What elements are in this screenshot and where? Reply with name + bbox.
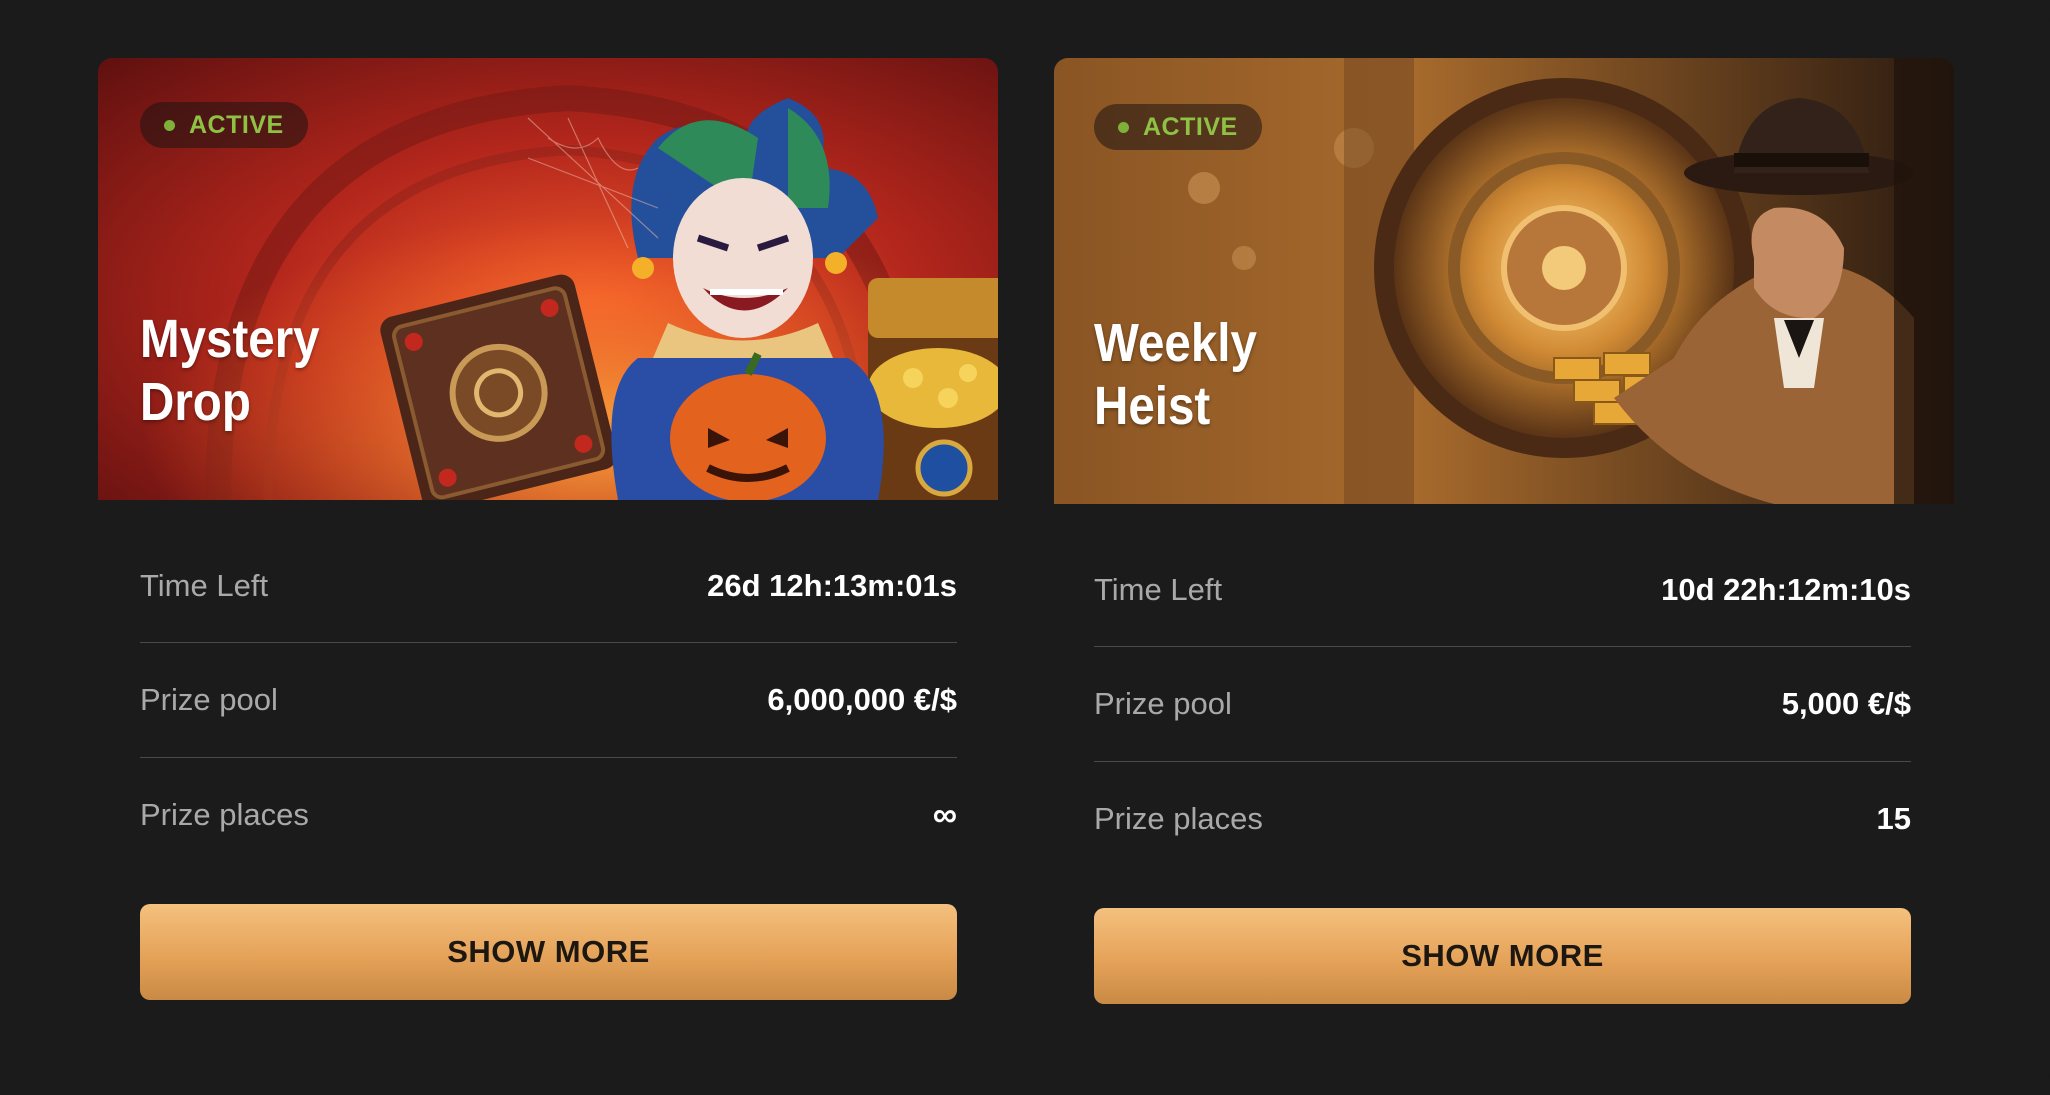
prize-places-label: Prize places [1094, 801, 1263, 836]
tournament-title: Mystery Drop [140, 308, 320, 434]
status-dot-icon [1118, 121, 1129, 133]
show-more-button[interactable]: SHOW MORE [140, 904, 957, 1000]
prize-pool-value: 6,000,000 €/$ [767, 682, 957, 717]
tournament-card-mystery-drop: ACTIVE Mystery Drop Time Left 26d 12h:13… [98, 58, 998, 1058]
tournament-title: Weekly Heist [1094, 312, 1257, 438]
tournament-banner[interactable]: ACTIVE Weekly Heist [1054, 58, 1954, 504]
title-line-1: Mystery [140, 309, 320, 369]
time-left-value: 26d 12h:13m:01s [707, 568, 957, 603]
status-label: ACTIVE [1143, 112, 1238, 141]
prize-places-row: Prize places 15 [1094, 762, 1911, 876]
prize-pool-label: Prize pool [140, 682, 278, 717]
prize-pool-row: Prize pool 5,000 €/$ [1094, 647, 1911, 761]
tournament-info: Time Left 10d 22h:12m:10s Prize pool 5,0… [1094, 562, 1911, 876]
time-left-label: Time Left [1094, 572, 1223, 607]
time-left-row: Time Left 10d 22h:12m:10s [1094, 562, 1911, 646]
show-more-button[interactable]: SHOW MORE [1094, 908, 1911, 1004]
show-more-label: SHOW MORE [447, 934, 650, 969]
status-badge: ACTIVE [1094, 104, 1262, 150]
prize-pool-value: 5,000 €/$ [1781, 686, 1911, 721]
time-left-row: Time Left 26d 12h:13m:01s [140, 558, 957, 642]
status-badge: ACTIVE [140, 102, 308, 148]
prize-places-label: Prize places [140, 797, 309, 832]
title-line-1: Weekly [1094, 313, 1257, 373]
tournament-card-weekly-heist: ACTIVE Weekly Heist Time Left 10d 22h:12… [1054, 58, 1954, 1058]
show-more-label: SHOW MORE [1401, 938, 1604, 973]
prize-pool-row: Prize pool 6,000,000 €/$ [140, 643, 957, 757]
status-label: ACTIVE [189, 110, 284, 139]
title-line-2: Drop [140, 372, 251, 432]
prize-places-row: Prize places ∞ [140, 758, 957, 872]
time-left-label: Time Left [140, 568, 269, 603]
prize-pool-label: Prize pool [1094, 686, 1232, 721]
title-line-2: Heist [1094, 376, 1211, 436]
prize-places-value: 15 [1876, 801, 1911, 836]
tournaments-page: ACTIVE Mystery Drop Time Left 26d 12h:13… [0, 0, 2050, 1095]
time-left-value: 10d 22h:12m:10s [1661, 572, 1911, 607]
tournament-info: Time Left 26d 12h:13m:01s Prize pool 6,0… [140, 558, 957, 872]
tournament-banner[interactable]: ACTIVE Mystery Drop [98, 58, 998, 500]
prize-places-value: ∞ [932, 795, 957, 834]
status-dot-icon [164, 119, 175, 131]
